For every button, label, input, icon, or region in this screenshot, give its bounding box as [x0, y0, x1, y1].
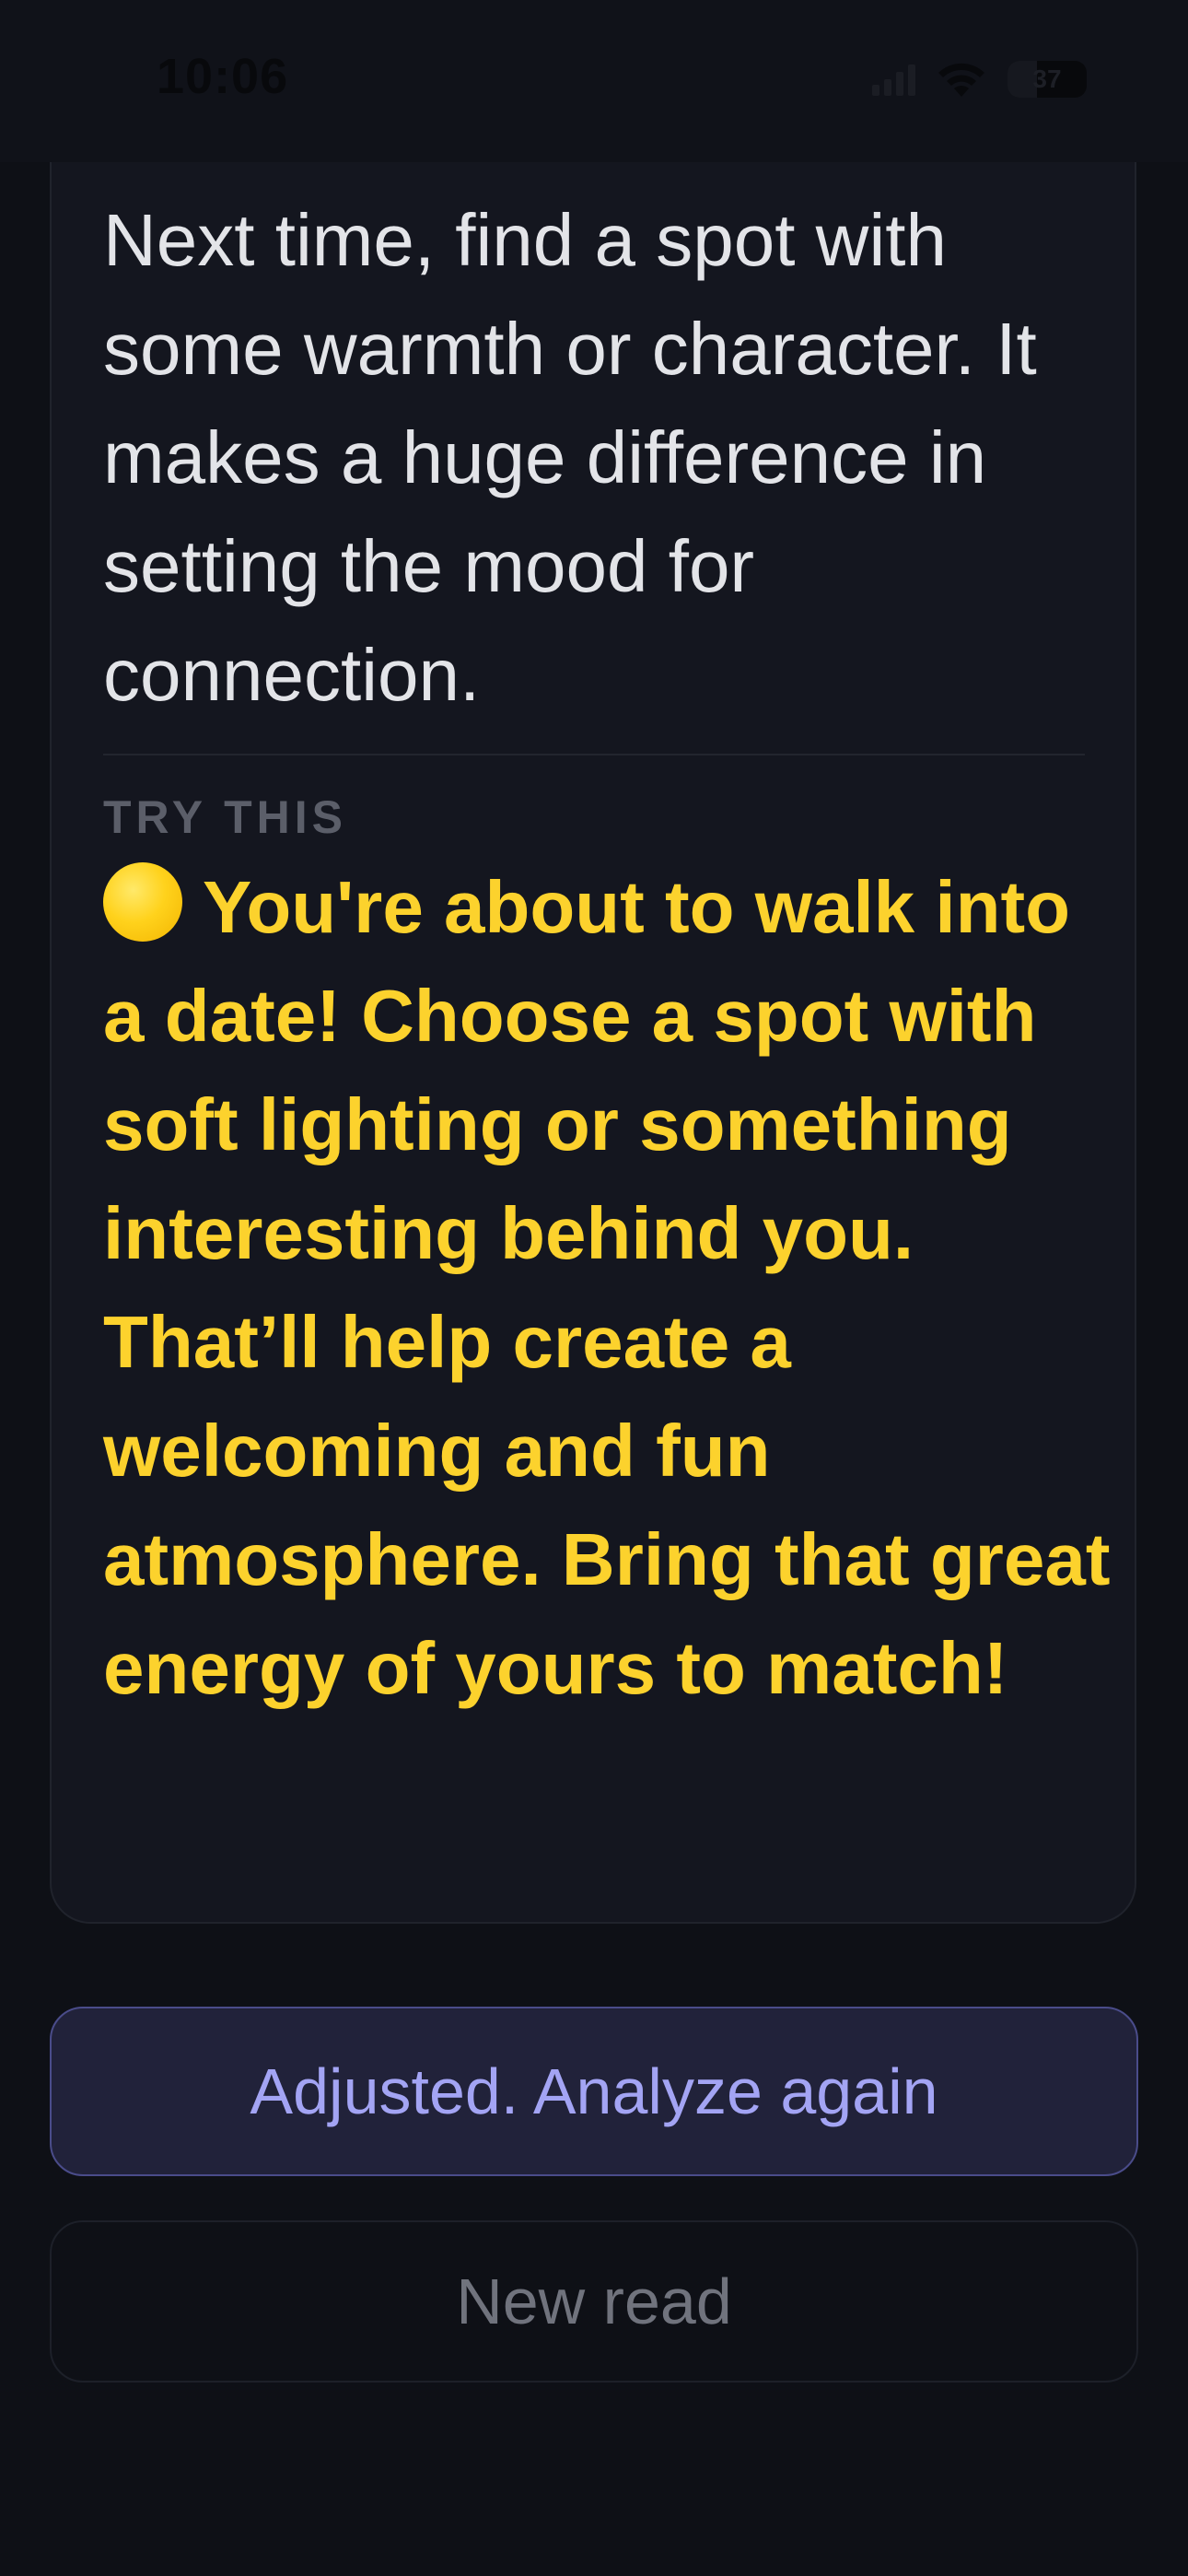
status-bar: 10:06 37	[0, 0, 1188, 162]
battery-icon: 37	[1007, 61, 1087, 98]
tip: You're about to walk into a date! Choose…	[103, 853, 1125, 1723]
section-label: TRY THIS	[103, 791, 348, 843]
cellular-signal-icon	[872, 63, 915, 96]
analyze-again-button[interactable]: Adjusted. Analyze again	[50, 2007, 1138, 2176]
tip-text: You're about to walk into a date! Choose…	[103, 866, 1111, 1709]
status-time: 10:06	[157, 49, 289, 104]
feedback-text: Next time, find a spot with some warmth …	[103, 199, 1037, 716]
battery-level-text: 37	[1032, 64, 1062, 93]
new-read-button[interactable]: New read	[50, 2220, 1138, 2383]
wifi-icon	[938, 63, 984, 97]
analyze-again-button-label: Adjusted. Analyze again	[250, 2055, 938, 2127]
new-read-button-label: New read	[456, 2266, 732, 2337]
yellow-circle-emoji-icon	[103, 862, 182, 942]
status-icons: 37	[872, 59, 1087, 100]
feedback-card: Next time, find a spot with some warmth …	[50, 129, 1136, 1924]
divider	[103, 754, 1085, 755]
